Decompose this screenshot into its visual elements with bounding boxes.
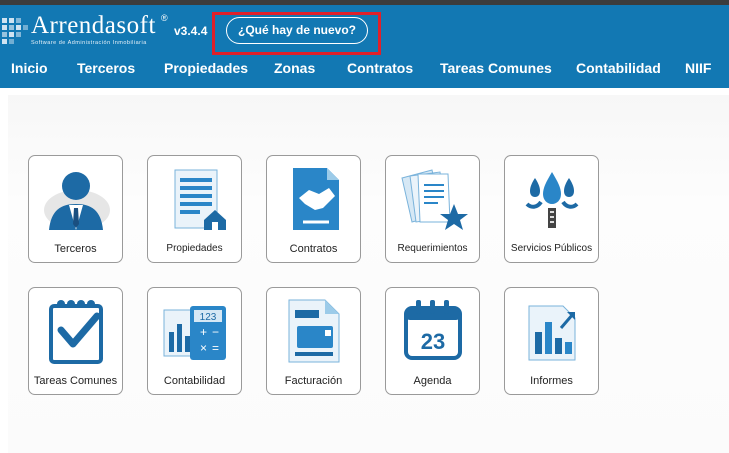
tile-informes[interactable]: Informes	[504, 287, 599, 395]
calculator-chart-icon: 123 + − × =	[163, 306, 226, 360]
tile-label: Terceros	[54, 243, 97, 255]
user-icon	[44, 172, 110, 230]
tile-label: Informes	[530, 375, 573, 387]
tile-label: Agenda	[413, 375, 452, 387]
nav-item-zonas[interactable]: Zonas	[274, 60, 315, 76]
tile-agenda[interactable]: 23 Agenda	[385, 287, 480, 395]
calendar-day-number: 23	[421, 329, 445, 354]
calendar-icon: 23	[404, 300, 462, 360]
svg-text:123: 123	[200, 312, 217, 323]
nav-item-terceros[interactable]: Terceros	[77, 60, 135, 76]
nav-item-niif[interactable]: NIIF	[685, 60, 711, 76]
checklist-icon	[49, 300, 103, 364]
tile-label: Facturación	[284, 375, 343, 387]
nav-item-inicio[interactable]: Inicio	[11, 60, 48, 76]
nav-item-propiedades[interactable]: Propiedades	[164, 60, 248, 76]
brand-name: Arrendasoft	[31, 12, 156, 39]
invoice-icon	[288, 299, 340, 363]
report-chart-icon	[528, 305, 576, 361]
handshake-icon	[293, 168, 339, 230]
version-label: v3.4.4	[174, 24, 208, 38]
tile-contabilidad[interactable]: 123 + − × = Contabilidad	[147, 287, 242, 395]
tile-propiedades[interactable]: Propiedades	[147, 155, 242, 263]
svg-text:=: =	[212, 341, 219, 355]
whats-new-button[interactable]: ¿Qué hay de nuevo?	[226, 17, 368, 44]
svg-text:−: −	[212, 325, 219, 339]
tile-requerimientos[interactable]: Requerimientos	[385, 155, 480, 263]
tile-contratos[interactable]: Contratos	[266, 155, 361, 263]
logo-mark-icon	[2, 18, 28, 44]
tile-facturacion[interactable]: Facturación	[266, 287, 361, 395]
tile-tareas-comunes[interactable]: Tareas Comunes	[28, 287, 123, 395]
tile-label: Contratos	[289, 243, 338, 255]
nav-item-tareas-comunes[interactable]: Tareas Comunes	[440, 60, 552, 76]
documents-star-icon	[401, 169, 468, 230]
nav-item-contratos[interactable]: Contratos	[347, 60, 413, 76]
brand-subtitle: Software de Administración Inmobiliaria	[31, 40, 147, 46]
svg-text:+: +	[200, 325, 207, 339]
tile-label: Tareas Comunes	[33, 375, 118, 387]
tile-label: Servicios Públicos	[510, 243, 593, 254]
property-icon	[174, 169, 226, 230]
brand-registered-mark: ®	[161, 13, 168, 23]
tile-label: Contabilidad	[163, 375, 226, 387]
water-meter-icon	[525, 172, 579, 228]
svg-text:×: ×	[200, 341, 207, 355]
nav-item-contabilidad[interactable]: Contabilidad	[576, 60, 661, 76]
tile-terceros[interactable]: Terceros	[28, 155, 123, 263]
brand-logo[interactable]: Arrendasoft ® Software de Administración…	[0, 5, 175, 50]
tile-label: Propiedades	[166, 243, 223, 254]
tile-servicios-publicos[interactable]: Servicios Públicos	[504, 155, 599, 263]
dashboard-area	[8, 95, 729, 453]
tile-label: Requerimientos	[397, 243, 468, 254]
